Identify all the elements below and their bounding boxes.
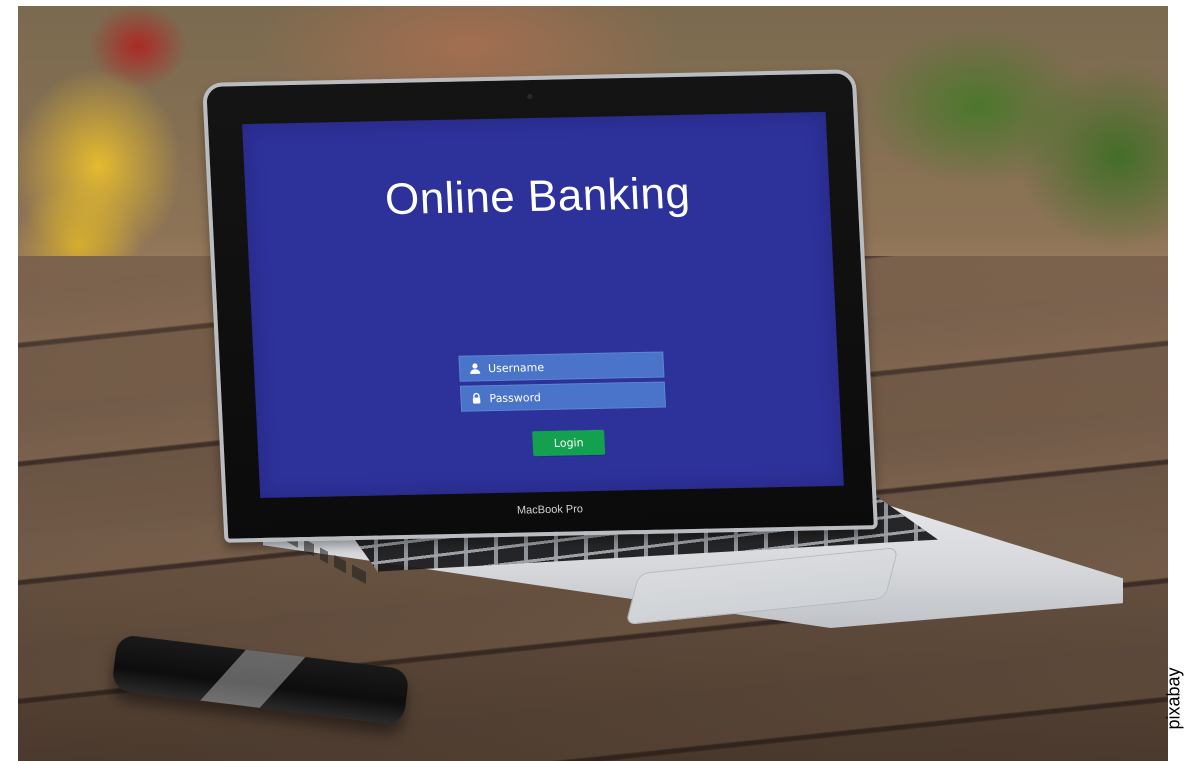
username-placeholder: Username [487, 360, 545, 375]
password-field[interactable]: Password [459, 381, 666, 412]
watermark-text: pixabay [1163, 666, 1184, 730]
page-title: Online Banking [383, 168, 692, 225]
photo: Online Banking Username Password Login M… [18, 6, 1168, 761]
login-button[interactable]: Login [532, 429, 606, 457]
username-field[interactable]: Username [458, 351, 665, 382]
laptop-lid: Online Banking Username Password Login M… [202, 69, 878, 543]
laptop: Online Banking Username Password Login M… [18, 6, 1168, 761]
password-placeholder: Password [489, 390, 542, 405]
user-icon [468, 361, 483, 375]
webcam [527, 93, 533, 100]
banking-login-screen: Online Banking Username Password Login [242, 111, 844, 499]
lock-icon [469, 391, 484, 405]
pixabay-watermark: pixabay [1163, 643, 1185, 753]
macbook-pro-label: MacBook Pro [516, 503, 584, 517]
